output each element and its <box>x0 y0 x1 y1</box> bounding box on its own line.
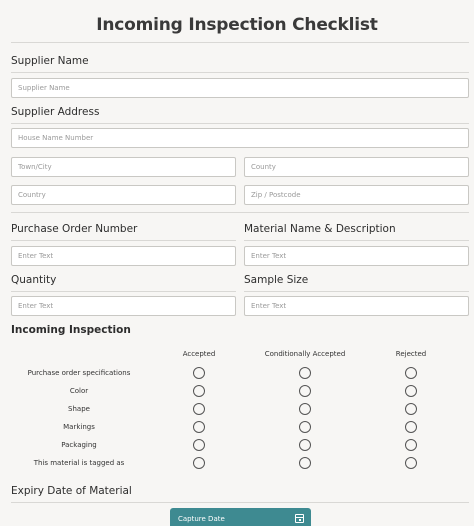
supplier-address-divider <box>11 123 469 124</box>
row-label-shape: Shape <box>68 405 90 413</box>
sample-size-divider <box>244 291 469 292</box>
supplier-name-input[interactable]: Supplier Name <box>11 78 469 98</box>
capture-date-button[interactable]: Capture Date <box>170 508 311 526</box>
radio-purchase-order-specifications-accepted[interactable] <box>193 367 205 379</box>
supplier-address-label: Supplier Address <box>11 106 100 118</box>
purchase-order-input[interactable]: Enter Text <box>11 246 236 266</box>
inspection-form: Incoming Inspection Checklist Supplier N… <box>0 0 474 526</box>
capture-date-label: Capture Date <box>178 515 225 523</box>
radio-markings-conditionally-accepted[interactable] <box>299 421 311 433</box>
quantity-label: Quantity <box>11 274 57 286</box>
column-conditionally-accepted: Conditionally Accepted <box>264 350 346 358</box>
quantity-input[interactable]: Enter Text <box>11 296 236 316</box>
radio-markings-rejected[interactable] <box>405 421 417 433</box>
purchase-order-label: Purchase Order Number <box>11 223 138 235</box>
radio-shape-accepted[interactable] <box>193 403 205 415</box>
radio-tagged-as-rejected[interactable] <box>405 457 417 469</box>
radio-markings-accepted[interactable] <box>193 421 205 433</box>
radio-shape-rejected[interactable] <box>405 403 417 415</box>
address-end-divider <box>11 212 469 213</box>
radio-purchase-order-specifications-conditionally-accepted[interactable] <box>299 367 311 379</box>
zip-postcode-input[interactable]: Zip / Postcode <box>244 185 469 205</box>
town-city-input[interactable]: Town/City <box>11 157 236 177</box>
country-input[interactable]: Country <box>11 185 236 205</box>
radio-color-rejected[interactable] <box>405 385 417 397</box>
radio-shape-conditionally-accepted[interactable] <box>299 403 311 415</box>
expiry-date-label: Expiry Date of Material <box>11 485 132 497</box>
supplier-name-label: Supplier Name <box>11 55 89 67</box>
sample-size-label: Sample Size <box>244 274 309 286</box>
row-label-markings: Markings <box>63 423 95 431</box>
expiry-date-divider <box>11 502 469 503</box>
radio-color-conditionally-accepted[interactable] <box>299 385 311 397</box>
row-label-tagged-as: This material is tagged as <box>33 459 125 467</box>
material-name-input[interactable]: Enter Text <box>244 246 469 266</box>
material-name-divider <box>244 240 469 241</box>
radio-packaging-conditionally-accepted[interactable] <box>299 439 311 451</box>
quantity-divider <box>11 291 236 292</box>
column-accepted: Accepted <box>182 350 216 358</box>
sample-size-input[interactable]: Enter Text <box>244 296 469 316</box>
county-input[interactable]: County <box>244 157 469 177</box>
title-divider <box>11 42 469 43</box>
row-label-purchase-order-specifications: Purchase order specifications <box>27 369 131 377</box>
column-rejected: Rejected <box>395 350 427 358</box>
page-title: Incoming Inspection Checklist <box>96 15 378 35</box>
radio-tagged-as-conditionally-accepted[interactable] <box>299 457 311 469</box>
radio-packaging-accepted[interactable] <box>193 439 205 451</box>
material-name-label: Material Name & Description <box>244 223 396 235</box>
supplier-name-divider <box>11 72 469 73</box>
purchase-order-divider <box>11 240 236 241</box>
radio-tagged-as-accepted[interactable] <box>193 457 205 469</box>
row-label-packaging: Packaging <box>61 441 97 449</box>
radio-packaging-rejected[interactable] <box>405 439 417 451</box>
calendar-icon <box>295 514 304 523</box>
radio-purchase-order-specifications-rejected[interactable] <box>405 367 417 379</box>
incoming-inspection-title: Incoming Inspection <box>11 324 131 336</box>
radio-color-accepted[interactable] <box>193 385 205 397</box>
row-label-color: Color <box>69 387 89 395</box>
house-name-input[interactable]: House Name Number <box>11 128 469 148</box>
